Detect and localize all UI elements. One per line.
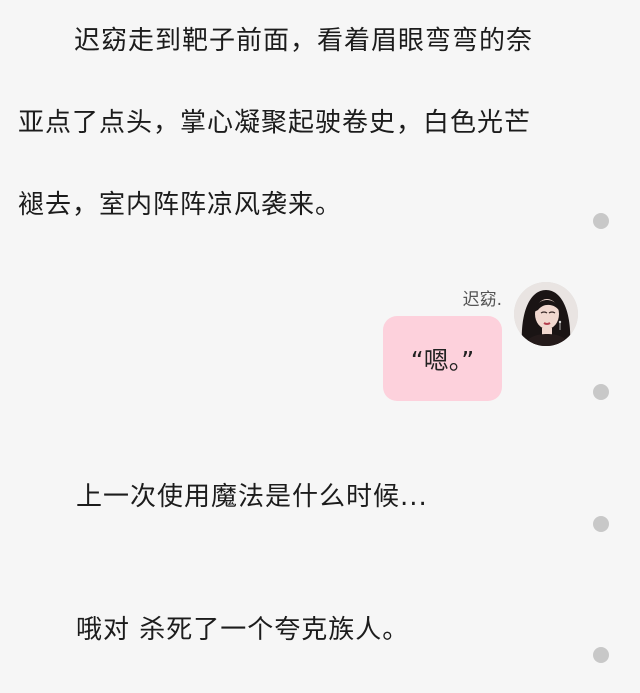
text-line-5: 哦对 杀死了一个夸克族人。: [76, 615, 410, 645]
message-marker-dot[interactable]: [593, 516, 609, 532]
message-marker-dot[interactable]: [593, 213, 609, 229]
narration-line-2: 亚点了点头，掌心凝聚起驶卷史，白色光芒: [18, 108, 532, 138]
text-line-4: 上一次使用魔法是什么时候...: [76, 482, 428, 512]
narration-block: 迟窈走到靶子前面，看着眉眼弯弯的奈 亚点了点头，掌心凝聚起驶卷史，白色光芒 褪去…: [18, 0, 578, 246]
sender-name: 迟窈.: [462, 290, 502, 310]
avatar[interactable]: [514, 282, 578, 346]
message-marker-dot[interactable]: [593, 384, 609, 400]
avatar-portrait-icon: [514, 282, 578, 346]
narration-line-3: 褪去，室内阵阵凉风袭来。: [18, 190, 343, 220]
message-bubble[interactable]: “嗯。”: [383, 316, 502, 401]
message-text: “嗯。”: [410, 345, 475, 375]
message-marker-dot[interactable]: [593, 647, 609, 663]
chat-story-screen: 迟窈走到靶子前面，看着眉眼弯弯的奈 亚点了点头，掌心凝聚起驶卷史，白色光芒 褪去…: [0, 0, 640, 693]
narration-line-1: 迟窈走到靶子前面，看着眉眼弯弯的奈: [74, 26, 534, 56]
